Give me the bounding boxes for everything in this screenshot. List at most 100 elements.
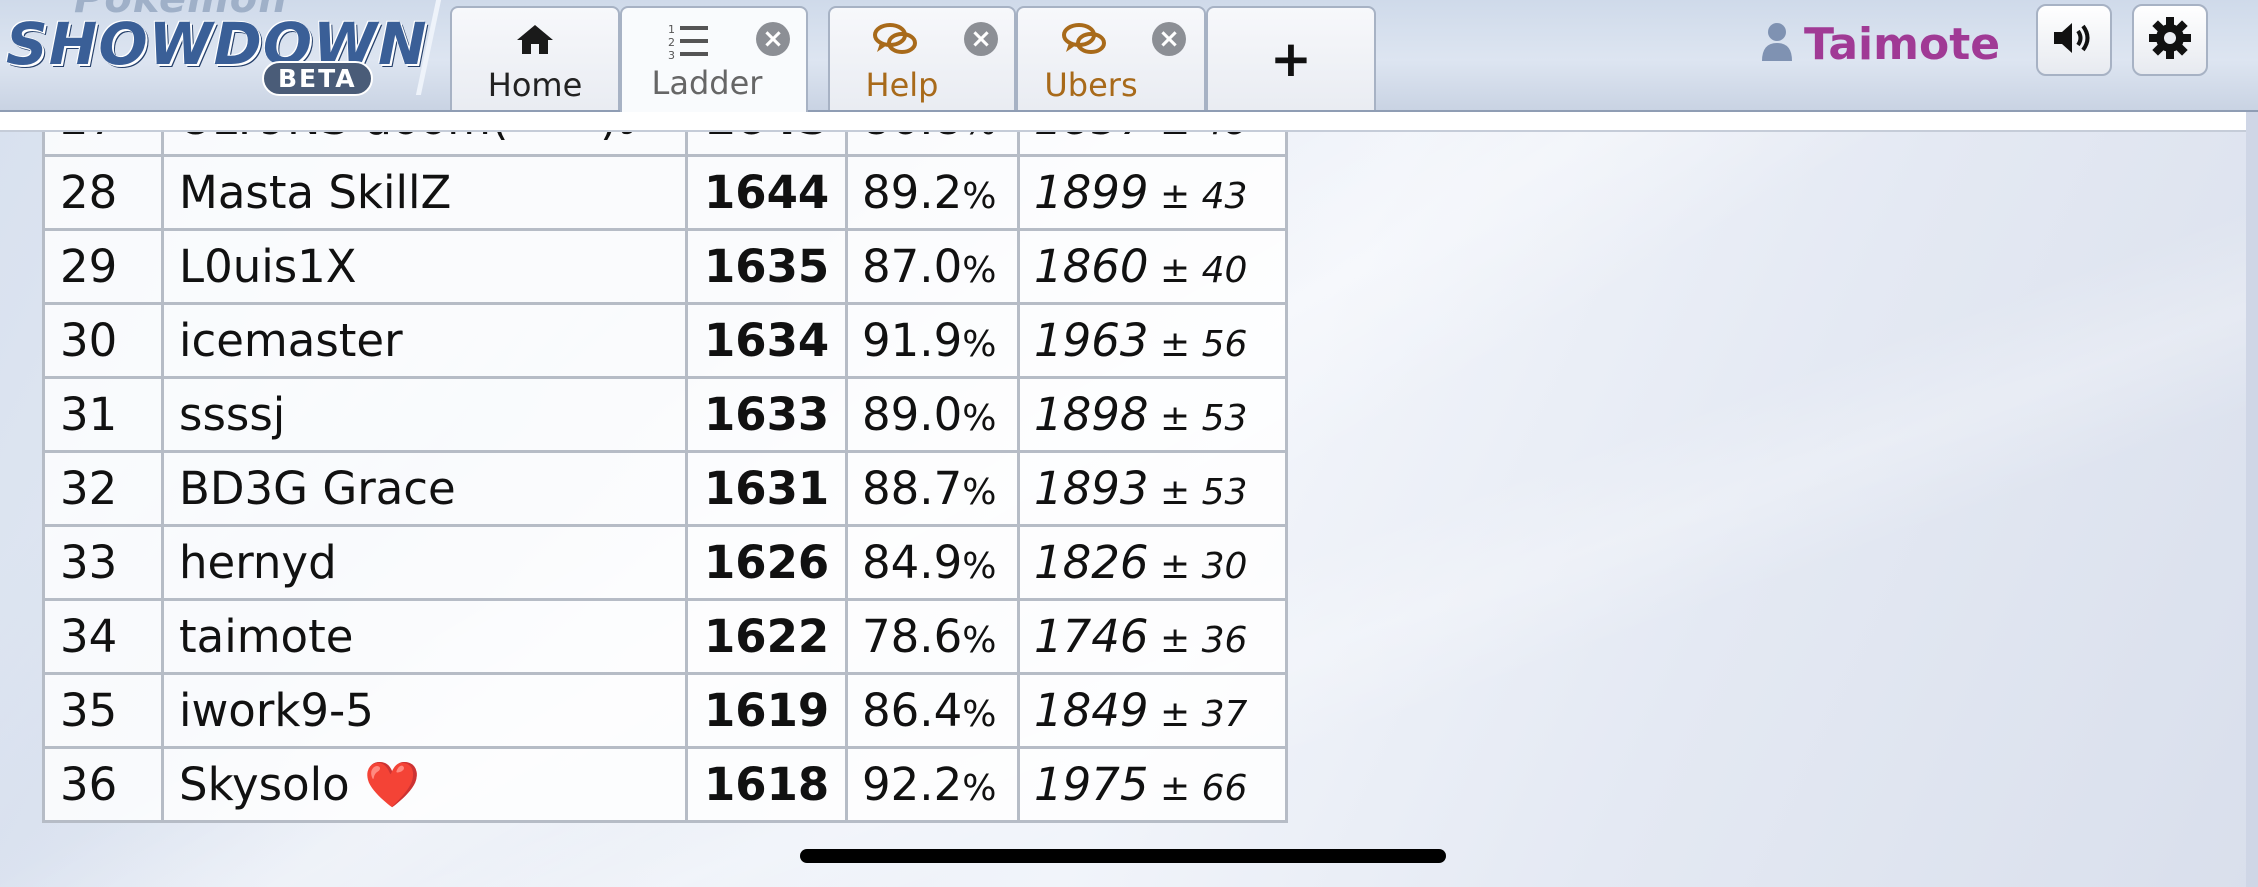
- gxe-value: 78.6: [862, 610, 963, 663]
- rank-cell: 28: [42, 154, 164, 231]
- gxe-value: 91.9: [862, 314, 963, 367]
- ladder-row: 36 Skysolo ❤️ 1618 92.2% 1975 ± 66: [42, 746, 1288, 823]
- plus-minus-sign: ±: [1159, 472, 1191, 513]
- rank-cell: 36: [42, 746, 164, 823]
- plus-minus-sign: ±: [1159, 250, 1191, 291]
- player-name-cell[interactable]: hernyd: [161, 524, 688, 601]
- glicko-cell: 1963 ± 56: [1017, 302, 1288, 379]
- player-name-cell[interactable]: Skysolo ❤️: [161, 746, 688, 823]
- ladder-row: 31 ssssj 1633 89.0% 1898 ± 53: [42, 376, 1288, 453]
- gxe-value: 87.0: [862, 240, 963, 293]
- top-bar: Pokémon SHOWDOWN BETA Home 1 2 3 × Ladde…: [0, 0, 2258, 114]
- glicko-rating: 1746: [1034, 610, 1149, 663]
- glicko-rating: 1963: [1034, 314, 1149, 367]
- gxe-cell: 87.0%: [845, 228, 1020, 305]
- glicko-deviation: 36: [1201, 620, 1248, 661]
- glicko-deviation: 53: [1201, 398, 1248, 439]
- glicko-rating: 1975: [1034, 758, 1149, 811]
- plus-minus-sign: ±: [1159, 546, 1191, 587]
- rank-cell: 31: [42, 376, 164, 453]
- rank-cell: 34: [42, 598, 164, 675]
- glicko-rating: 1893: [1034, 462, 1149, 515]
- glicko-deviation: 37: [1201, 694, 1248, 735]
- percent-sign: %: [962, 546, 997, 587]
- tab-home-label: Home: [487, 66, 583, 104]
- username: Taimote: [1804, 18, 2001, 70]
- glicko-cell: 1860 ± 40: [1017, 228, 1288, 305]
- ladder-row: 28 Masta SkillZ 1644 89.2% 1899 ± 43: [42, 154, 1288, 231]
- settings-button[interactable]: [2132, 4, 2208, 76]
- glicko-deviation: 66: [1201, 768, 1248, 809]
- player-name-cell[interactable]: L0uis1X: [161, 228, 688, 305]
- plus-icon: +: [1270, 30, 1312, 88]
- percent-sign: %: [962, 620, 997, 661]
- glicko-cell: 1893 ± 53: [1017, 450, 1288, 527]
- content-top-edge: [0, 112, 2246, 132]
- gxe-cell: 84.9%: [845, 524, 1020, 601]
- ladder-row: 35 iwork9-5 1619 86.4% 1849 ± 37: [42, 672, 1288, 749]
- tab-ladder-label: Ladder: [651, 64, 763, 102]
- user-menu[interactable]: Taimote: [1760, 14, 2000, 74]
- glicko-deviation: 40: [1201, 250, 1248, 291]
- ladder-row: 33 hernyd 1626 84.9% 1826 ± 30: [42, 524, 1288, 601]
- player-name-cell[interactable]: taimote: [161, 598, 688, 675]
- ladder-row: 29 L0uis1X 1635 87.0% 1860 ± 40: [42, 228, 1288, 305]
- player-name-cell[interactable]: iwork9-5: [161, 672, 688, 749]
- gxe-cell: 89.0%: [845, 376, 1020, 453]
- percent-sign: %: [962, 694, 997, 735]
- gxe-cell: 78.6%: [845, 598, 1020, 675]
- gxe-cell: 91.9%: [845, 302, 1020, 379]
- glicko-cell: 1898 ± 53: [1017, 376, 1288, 453]
- scrollbar-track[interactable]: [2246, 110, 2258, 887]
- gxe-value: 92.2: [862, 758, 963, 811]
- glicko-cell: 1849 ± 37: [1017, 672, 1288, 749]
- percent-sign: %: [962, 398, 997, 439]
- gxe-cell: 88.7%: [845, 450, 1020, 527]
- glicko-cell: 1746 ± 36: [1017, 598, 1288, 675]
- elo-cell: 1626: [685, 524, 848, 601]
- percent-sign: %: [962, 472, 997, 513]
- gxe-value: 88.7: [862, 462, 963, 515]
- ladder-table: 27ULT9NS doom(^-^)♪164586.8%1857 ± 4828M…: [42, 80, 1288, 823]
- ladder-row: 30 icemaster 1634 91.9% 1963 ± 56: [42, 302, 1288, 379]
- glicko-cell: 1899 ± 43: [1017, 154, 1288, 231]
- glicko-deviation: 53: [1201, 472, 1248, 513]
- elo-cell: 1622: [685, 598, 848, 675]
- rank-cell: 30: [42, 302, 164, 379]
- home-indicator[interactable]: [800, 849, 1446, 863]
- gxe-cell: 89.2%: [845, 154, 1020, 231]
- glicko-rating: 1826: [1034, 536, 1149, 589]
- ladder-row: 32 BD3G Grace 1631 88.7% 1893 ± 53: [42, 450, 1288, 527]
- elo-cell: 1644: [685, 154, 848, 231]
- glicko-deviation: 43: [1201, 176, 1248, 217]
- gxe-value: 86.4: [862, 684, 963, 737]
- user-icon: [1760, 21, 1794, 67]
- new-tab-button[interactable]: +: [1206, 6, 1376, 110]
- glicko-rating: 1860: [1034, 240, 1149, 293]
- percent-sign: %: [962, 768, 997, 809]
- player-name-cell[interactable]: BD3G Grace: [161, 450, 688, 527]
- elo-cell: 1635: [685, 228, 848, 305]
- sound-button[interactable]: [2036, 4, 2112, 76]
- gear-icon: [2148, 16, 2192, 64]
- gxe-value: 84.9: [862, 536, 963, 589]
- rank-cell: 29: [42, 228, 164, 305]
- player-name-cell[interactable]: Masta SkillZ: [161, 154, 688, 231]
- glicko-rating: 1849: [1034, 684, 1149, 737]
- tab-help-label: Help: [865, 66, 939, 104]
- tab-ubers[interactable]: × Ubers: [1016, 6, 1206, 110]
- glicko-rating: 1898: [1034, 388, 1149, 441]
- percent-sign: %: [962, 176, 997, 217]
- glicko-rating: 1899: [1034, 166, 1149, 219]
- close-icon[interactable]: ×: [1152, 22, 1186, 56]
- glicko-cell: 1826 ± 30: [1017, 524, 1288, 601]
- elo-cell: 1631: [685, 450, 848, 527]
- player-name-cell[interactable]: ssssj: [161, 376, 688, 453]
- glicko-deviation: 30: [1201, 546, 1248, 587]
- gxe-value: 89.0: [862, 388, 963, 441]
- glicko-cell: 1975 ± 66: [1017, 746, 1288, 823]
- plus-minus-sign: ±: [1159, 620, 1191, 661]
- showdown-logo[interactable]: Pokémon SHOWDOWN BETA: [4, 0, 442, 100]
- speaker-icon: [2050, 18, 2098, 62]
- player-name-cell[interactable]: icemaster: [161, 302, 688, 379]
